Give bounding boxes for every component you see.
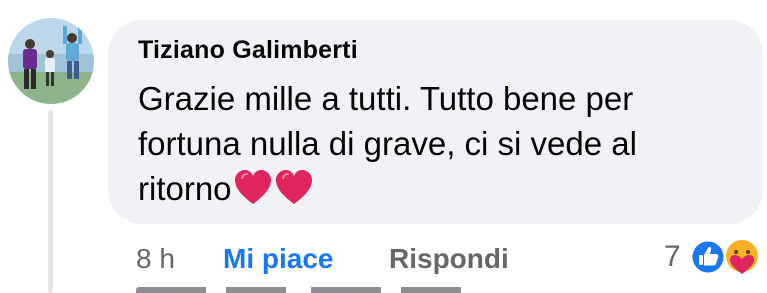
comment-container: Tiziano Galimberti Grazie mille a tutti.… xyxy=(0,0,767,293)
avatar[interactable] xyxy=(8,18,94,104)
next-comment-preview xyxy=(136,287,476,293)
like-reaction-icon xyxy=(690,239,726,275)
reactions-summary[interactable]: 7 xyxy=(662,236,767,280)
heart-emoji-icon xyxy=(234,170,271,204)
reaction-count: 7 xyxy=(664,240,681,273)
care-reaction-icon xyxy=(723,237,761,275)
avatar-photo xyxy=(8,18,94,104)
reply-button[interactable]: Rispondi xyxy=(389,241,509,277)
thread-line xyxy=(48,110,53,293)
comment-author[interactable]: Tiziano Galimberti xyxy=(138,36,358,65)
like-button[interactable]: Mi piace xyxy=(223,241,333,277)
comment-body: Grazie mille a tutti. Tutto bene per for… xyxy=(138,76,738,211)
heart-emoji-icon xyxy=(275,170,312,204)
comment-bubble: Tiziano Galimberti Grazie mille a tutti.… xyxy=(108,20,763,224)
comment-timestamp[interactable]: 8 h xyxy=(136,241,175,277)
comment-text: Grazie mille a tutti. Tutto bene per for… xyxy=(138,80,637,207)
